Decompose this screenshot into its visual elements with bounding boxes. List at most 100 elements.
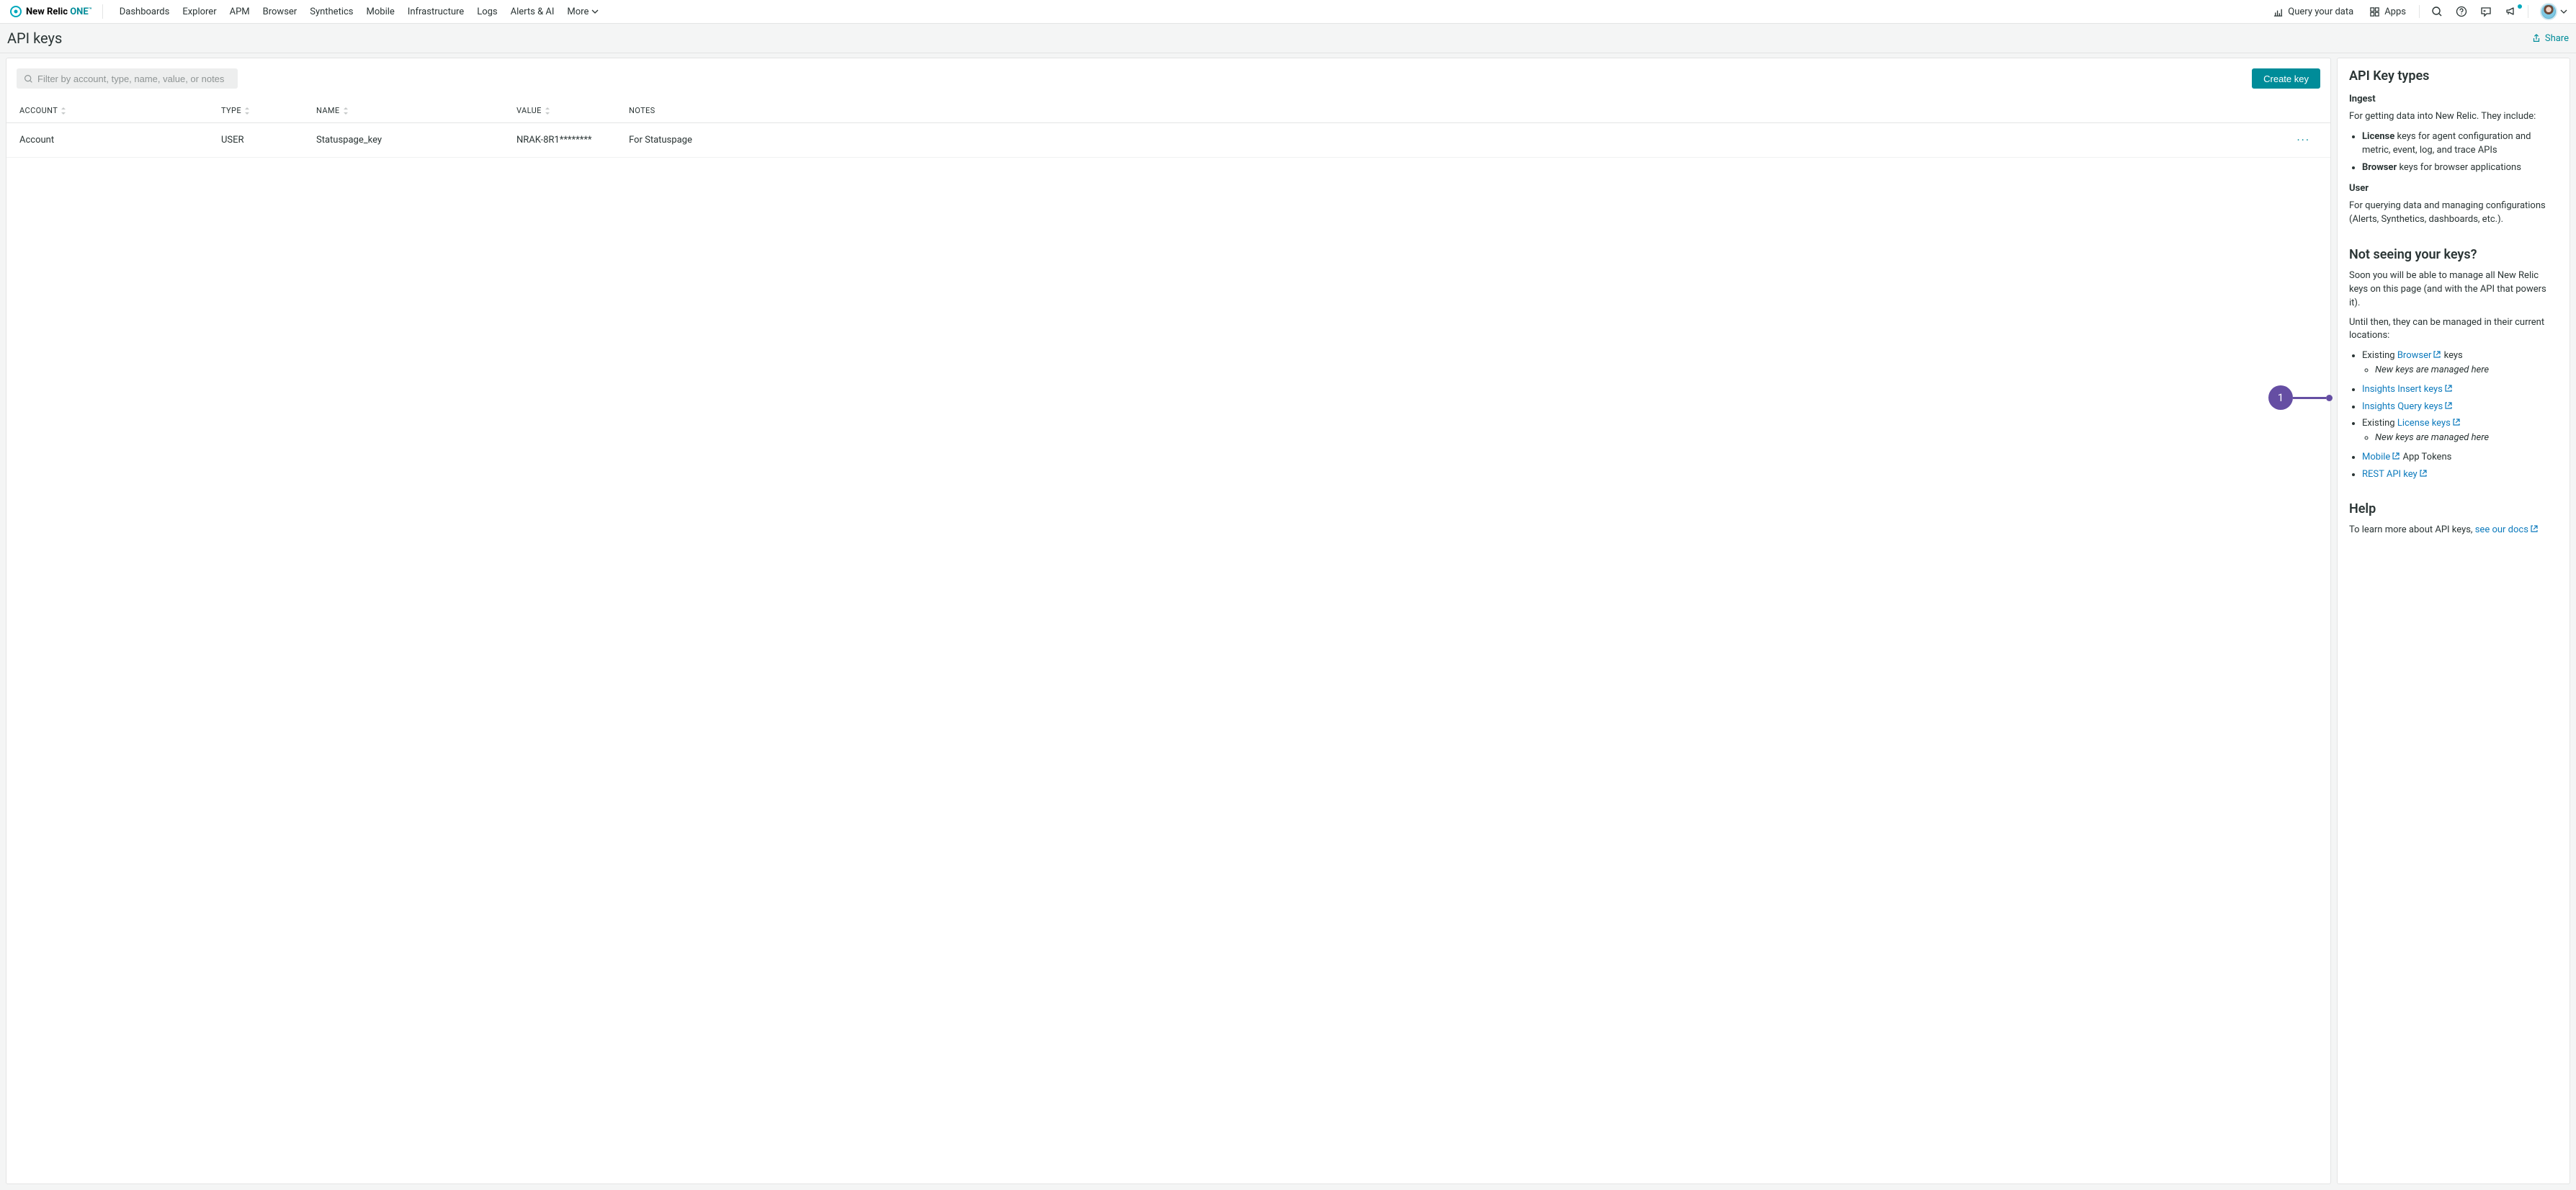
search-icon — [24, 74, 33, 84]
filter-input[interactable] — [37, 73, 231, 84]
search-button[interactable] — [2427, 6, 2447, 17]
cell-notes: For Statuspage — [629, 135, 2274, 146]
api-key-types-heading: API Key types — [2349, 68, 2558, 84]
col-type[interactable]: TYPE — [221, 106, 316, 115]
logo-tm: ™ — [89, 6, 92, 13]
nav-infrastructure[interactable]: Infrastructure — [401, 6, 470, 17]
annotation-marker: 1 — [2268, 385, 2333, 410]
external-link-icon — [2452, 418, 2461, 426]
share-icon — [2531, 33, 2541, 43]
help-icon — [2456, 6, 2467, 17]
logo-text-black: New Relic — [26, 6, 70, 17]
nav-explorer[interactable]: Explorer — [176, 6, 223, 17]
chevron-down-icon — [591, 8, 599, 15]
user-heading: User — [2349, 183, 2558, 194]
nav-browser[interactable]: Browser — [256, 6, 304, 17]
cell-value: NRAK-8R1******** — [516, 135, 629, 146]
nav-alerts-ai[interactable]: Alerts & AI — [504, 6, 561, 17]
sort-icon — [61, 107, 66, 115]
ingest-license-item: License keys for agent configuration and… — [2362, 130, 2558, 158]
li-insights-insert: Insights Insert keys — [2362, 382, 2558, 397]
chart-icon — [2273, 6, 2284, 17]
page-title: API keys — [7, 30, 62, 47]
search-icon — [2431, 6, 2443, 17]
nav-synthetics[interactable]: Synthetics — [303, 6, 359, 17]
col-value[interactable]: VALUE — [516, 106, 629, 115]
link-license-keys[interactable]: License keys — [2397, 418, 2461, 429]
link-rest-api[interactable]: REST API key — [2362, 469, 2428, 480]
nav-mobile[interactable]: Mobile — [360, 6, 401, 17]
main-layout: Create key ACCOUNT TYPE NAME VALUE NOTES — [0, 53, 2576, 1190]
annotation-dot — [2326, 395, 2333, 401]
user-menu[interactable] — [2536, 3, 2569, 20]
filter-row: Create key — [6, 58, 2330, 99]
notifications-button[interactable] — [2500, 6, 2521, 17]
not-seeing-p2: Until then, they can be managed in their… — [2349, 316, 2558, 344]
logo-text-teal: ONE — [70, 6, 88, 17]
user-text: For querying data and managing configura… — [2349, 200, 2558, 227]
help-heading: Help — [2349, 501, 2558, 516]
help-text: To learn more about API keys, see our do… — [2349, 524, 2558, 537]
feedback-button[interactable] — [2476, 6, 2496, 17]
external-link-icon — [2444, 384, 2453, 393]
li-mobile: Mobile App Tokens — [2362, 450, 2558, 465]
nav-links: Dashboards Explorer APM Browser Syntheti… — [113, 6, 606, 17]
sort-icon — [545, 107, 550, 115]
external-link-icon — [2530, 524, 2539, 533]
create-key-button[interactable]: Create key — [2252, 68, 2320, 89]
external-link-icon — [2444, 401, 2453, 410]
not-seeing-heading: Not seeing your keys? — [2349, 247, 2558, 262]
nav-dashboards[interactable]: Dashboards — [113, 6, 176, 17]
li-browser: Existing Browser keys New keys are manag… — [2362, 349, 2558, 377]
newrelic-logo-icon — [10, 6, 22, 17]
avatar — [2540, 3, 2557, 20]
sort-icon — [244, 107, 250, 115]
link-mobile[interactable]: Mobile — [2362, 452, 2400, 462]
table-header: ACCOUNT TYPE NAME VALUE NOTES — [6, 99, 2330, 123]
nav-logs[interactable]: Logs — [470, 6, 504, 17]
li-insights-query: Insights Query keys — [2362, 400, 2558, 414]
ingest-browser-item: Browser keys for browser applications — [2362, 161, 2558, 175]
link-browser-keys[interactable]: Browser — [2397, 350, 2442, 361]
not-seeing-p1: Soon you will be able to manage all New … — [2349, 269, 2558, 310]
nav-divider — [2419, 5, 2420, 18]
share-button[interactable]: Share — [2531, 33, 2569, 44]
col-name[interactable]: NAME — [316, 106, 516, 115]
nav-more[interactable]: More — [560, 6, 605, 17]
sort-icon — [343, 107, 349, 115]
ingest-text: For getting data into New Relic. They in… — [2349, 110, 2558, 124]
query-data-button[interactable]: Query your data — [2267, 6, 2359, 17]
table-row: Account USER Statuspage_key NRAK-8R1****… — [6, 123, 2330, 158]
top-nav: New Relic ONE™ Dashboards Explorer APM B… — [0, 0, 2576, 24]
external-link-icon — [2419, 469, 2428, 478]
comment-icon — [2480, 6, 2492, 17]
link-see-docs[interactable]: see our docs — [2475, 524, 2539, 535]
chevron-down-icon — [2560, 8, 2567, 15]
col-notes: NOTES — [629, 106, 2274, 115]
link-insights-insert[interactable]: Insights Insert keys — [2362, 384, 2453, 395]
li-rest: REST API key — [2362, 468, 2558, 482]
nav-apm[interactable]: APM — [223, 6, 256, 17]
col-account[interactable]: ACCOUNT — [19, 106, 221, 115]
apps-grid-icon — [2369, 6, 2380, 17]
megaphone-icon — [2505, 6, 2516, 17]
help-button[interactable] — [2451, 6, 2472, 17]
filter-input-wrapper[interactable] — [17, 68, 238, 89]
cell-name: Statuspage_key — [316, 135, 516, 146]
logo[interactable]: New Relic ONE™ — [10, 4, 103, 19]
side-panel: API Key types Ingest For getting data in… — [2337, 58, 2570, 1184]
annotation-circle: 1 — [2268, 385, 2293, 410]
link-insights-query[interactable]: Insights Query keys — [2362, 401, 2453, 412]
main-panel: Create key ACCOUNT TYPE NAME VALUE NOTES — [6, 58, 2331, 1184]
li-browser-sub: New keys are managed here — [2375, 363, 2558, 377]
page-header: API keys Share — [0, 24, 2576, 53]
row-actions-button[interactable]: ··· — [2297, 133, 2317, 147]
cell-type: USER — [221, 135, 316, 146]
external-link-icon — [2392, 452, 2400, 460]
li-license: Existing License keys New keys are manag… — [2362, 416, 2558, 444]
cell-account: Account — [19, 135, 221, 146]
annotation-line — [2293, 397, 2326, 399]
li-license-sub: New keys are managed here — [2375, 431, 2558, 445]
apps-button[interactable]: Apps — [2363, 6, 2412, 17]
external-link-icon — [2433, 350, 2441, 359]
